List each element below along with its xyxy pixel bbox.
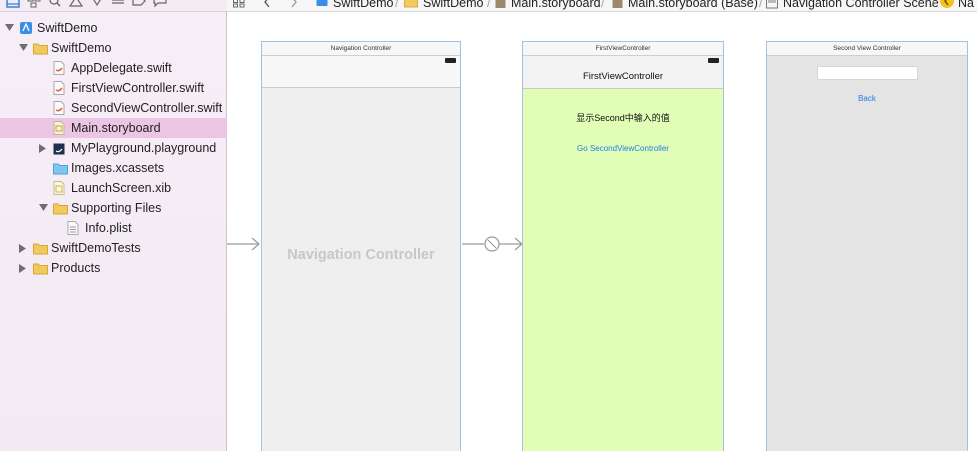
folder-icon [33, 261, 48, 275]
scene-body: Navigation Controller [262, 89, 460, 451]
navigator-row-label: FirstViewController.swift [71, 81, 205, 95]
disclosure-closed-icon[interactable] [19, 238, 29, 258]
path-separator: / [487, 0, 491, 10]
scene-watermark: Navigation Controller [287, 247, 435, 263]
battery-icon [708, 58, 719, 63]
disclosure-open-icon[interactable] [39, 198, 49, 218]
breakpoint-navigator-icon[interactable] [132, 0, 146, 9]
navigator-row[interactable]: AppDelegate.swift [0, 58, 227, 78]
path-separator: / [395, 0, 399, 10]
plist-icon [67, 221, 81, 235]
navigator-row[interactable]: SecondViewController.swift [0, 98, 227, 118]
navigator-row-label: Main.storyboard [71, 121, 161, 135]
navigation-bar-title[interactable]: FirstViewController [523, 65, 723, 89]
scene-title[interactable]: Second View Controller [767, 42, 967, 56]
project-icon [316, 0, 328, 11]
issue-navigator-icon[interactable] [69, 0, 83, 9]
test-navigator-icon[interactable] [90, 0, 104, 9]
second-view-controller-scene[interactable]: Second View Controller Back [766, 41, 968, 451]
status-bar [262, 56, 460, 65]
forward-arrow-icon[interactable] [290, 0, 298, 11]
report-navigator-icon[interactable] [153, 0, 167, 9]
disclosure-open-icon[interactable] [5, 18, 15, 38]
jumpbar-item-storyboard[interactable]: Main.storyboard [511, 0, 601, 11]
navigator-toolbar [0, 0, 227, 12]
battery-icon [445, 58, 456, 63]
navigator-row-label: MyPlayground.playground [71, 141, 217, 155]
jumpbar-item-group[interactable]: SwiftDemo [423, 0, 483, 11]
jumpbar-item-project[interactable]: SwiftDemo [333, 0, 393, 11]
navigator-row-label: Supporting Files [71, 201, 162, 215]
status-bar [523, 56, 723, 65]
navigator-row[interactable]: SwiftDemo [0, 18, 227, 38]
navigator-row[interactable]: Products [0, 258, 227, 278]
path-separator: / [931, 0, 935, 10]
project-navigator: SwiftDemo SwiftDemo AppDelegate.swift First… [0, 12, 227, 451]
disclosure-open-icon[interactable] [19, 38, 29, 58]
navigator-row[interactable]: MyPlayground.playground [0, 138, 227, 158]
scene-icon [766, 0, 778, 11]
navigation-controller-scene[interactable]: Navigation Controller Navigation Control… [261, 41, 461, 451]
storyboard-icon [53, 121, 67, 135]
swift-file-icon [53, 61, 67, 75]
navigator-row[interactable]: Supporting Files [0, 198, 227, 218]
swift-file-icon [53, 81, 67, 95]
jump-bar: SwiftDemo / SwiftDemo / Main.storyboard … [227, 0, 977, 12]
folder-icon [404, 0, 418, 11]
input-text-field[interactable] [817, 66, 918, 80]
debug-navigator-icon[interactable] [111, 0, 125, 9]
jumpbar-item-storyboard-base[interactable]: Main.storyboard (Base) [628, 0, 758, 11]
folder-icon [33, 41, 48, 55]
playground-icon [53, 141, 67, 155]
navigator-row-label: AppDelegate.swift [71, 61, 172, 75]
path-separator: / [601, 0, 605, 10]
jumpbar-item-scene[interactable]: Navigation Controller Scene [783, 0, 939, 11]
scene-title[interactable]: Navigation Controller [262, 42, 460, 56]
storyboard-icon [612, 0, 623, 11]
folder-icon [53, 201, 68, 215]
project-navigator-icon[interactable] [6, 0, 20, 9]
navigator-row[interactable]: FirstViewController.swift [0, 78, 227, 98]
back-button[interactable]: Back [767, 94, 967, 103]
first-view-controller-scene[interactable]: FirstViewController FirstViewController … [522, 41, 724, 451]
navigator-row-label: SecondViewController.swift [71, 101, 223, 115]
back-arrow-icon[interactable] [263, 0, 271, 11]
folder-icon [33, 241, 48, 255]
navigator-row[interactable]: Main.storyboard [0, 118, 227, 138]
result-label[interactable]: 显示Second中输入的值 [523, 111, 723, 124]
go-second-button[interactable]: Go SecondViewController [523, 144, 723, 153]
navigator-row-label: Products [51, 261, 101, 275]
navigator-row-label: SwiftDemo [51, 41, 112, 55]
storyboard-canvas[interactable]: Navigation Controller Navigation Control… [227, 12, 977, 451]
navigator-row-label: Info.plist [85, 221, 132, 235]
navigator-row[interactable]: LaunchScreen.xib [0, 178, 227, 198]
navigation-bar[interactable] [262, 65, 460, 88]
navigator-row-label: SwiftDemoTests [51, 241, 141, 255]
navigator-row[interactable]: SwiftDemoTests [0, 238, 227, 258]
scene-title[interactable]: FirstViewController [523, 42, 723, 56]
asset-catalog-icon [53, 161, 68, 175]
disclosure-closed-icon[interactable] [19, 258, 29, 278]
navigation-controller-icon [940, 0, 954, 11]
navigator-row-label: LaunchScreen.xib [71, 181, 172, 195]
navigator-row-label: SwiftDemo [37, 21, 98, 35]
navigator-row-label: Images.xcassets [71, 161, 165, 175]
find-navigator-icon[interactable] [48, 0, 62, 9]
storyboard-icon [495, 0, 506, 11]
navigator-row[interactable]: Images.xcassets [0, 158, 227, 178]
project-icon [19, 21, 33, 35]
entry-point-arrow[interactable] [227, 238, 262, 250]
jumpbar-item-controller[interactable]: Na [958, 0, 974, 11]
relationship-segue-arrow[interactable] [462, 235, 524, 253]
navigator-row[interactable]: SwiftDemo [0, 38, 227, 58]
navigator-row[interactable]: Info.plist [0, 218, 227, 238]
xib-icon [53, 181, 67, 195]
grid-icon[interactable] [233, 0, 245, 11]
path-separator: / [759, 0, 763, 10]
swift-file-icon [53, 101, 67, 115]
disclosure-closed-icon[interactable] [39, 138, 49, 158]
symbol-navigator-icon[interactable] [27, 0, 41, 9]
